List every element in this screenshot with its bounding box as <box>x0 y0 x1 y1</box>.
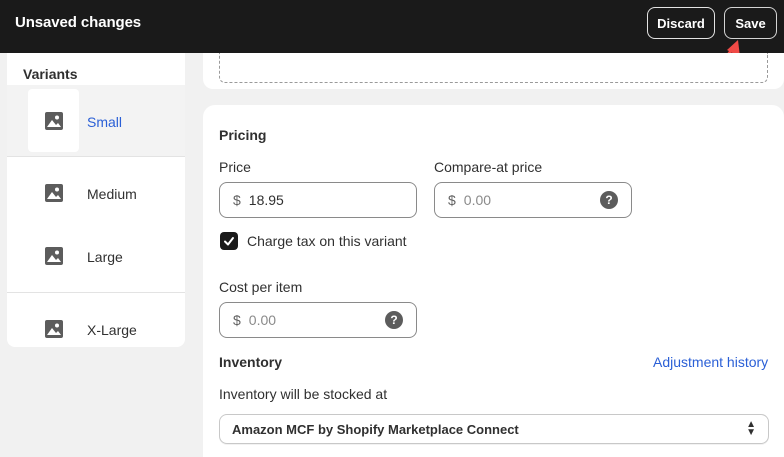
image-placeholder-icon <box>28 226 79 286</box>
price-label: Price <box>219 159 251 175</box>
price-value: 18.95 <box>248 192 284 208</box>
contextual-save-bar: Unsaved changes Discard Save <box>0 0 784 53</box>
media-card <box>203 53 784 89</box>
unsaved-changes-title: Unsaved changes <box>15 14 142 31</box>
question-circle-icon[interactable]: ? <box>385 311 403 329</box>
checkmark-icon <box>224 237 234 246</box>
select-chevron-icon: ▲ ▼ <box>746 419 756 438</box>
discard-button[interactable]: Discard <box>647 7 715 39</box>
image-placeholder-icon <box>28 299 79 347</box>
variant-item-large[interactable]: Large <box>7 226 185 286</box>
question-circle-icon[interactable]: ? <box>600 191 618 209</box>
variant-item-x-large[interactable]: X-Large <box>7 299 185 347</box>
currency-prefix: $ <box>233 192 241 208</box>
inventory-heading: Inventory <box>219 354 283 370</box>
variant-label: Large <box>87 249 123 265</box>
charge-tax-checkbox[interactable] <box>220 232 238 250</box>
currency-prefix: $ <box>233 312 241 328</box>
stocked-at-label: Inventory will be stocked at <box>219 386 388 402</box>
variant-label: X-Large <box>87 322 137 338</box>
cost-per-item-field[interactable]: $ 0.00 ? <box>219 302 417 338</box>
variant-item-small[interactable]: Small <box>7 85 185 156</box>
price-field[interactable]: $ 18.95 <box>219 182 417 218</box>
variant-label: Small <box>87 114 123 130</box>
cost-per-item-placeholder: 0.00 <box>248 312 277 328</box>
adjustment-history-link[interactable]: Adjustment history <box>653 354 768 370</box>
location-value: Amazon MCF by Shopify Marketplace Connec… <box>232 421 519 437</box>
variant-label: Medium <box>87 186 137 202</box>
compare-at-price-label: Compare-at price <box>434 159 543 175</box>
cost-per-item-label: Cost per item <box>219 279 303 295</box>
divider <box>7 292 185 293</box>
save-button[interactable]: Save <box>724 7 777 39</box>
compare-at-price-field[interactable]: $ 0.00 ? <box>434 182 632 218</box>
divider <box>7 156 185 157</box>
variant-item-medium[interactable]: Medium <box>7 163 185 223</box>
image-placeholder-icon <box>28 89 79 152</box>
currency-prefix: $ <box>448 192 456 208</box>
pricing-card: Pricing Price $ 18.95 Compare-at price $… <box>203 105 784 457</box>
variants-sidebar: Variants Small Medium Large X-Large <box>7 53 185 347</box>
compare-at-price-placeholder: 0.00 <box>463 192 492 208</box>
charge-tax-label: Charge tax on this variant <box>247 233 407 249</box>
variants-heading: Variants <box>23 66 78 82</box>
image-placeholder-icon <box>28 163 79 223</box>
media-dropzone[interactable] <box>219 53 768 83</box>
inventory-location-select[interactable]: Amazon MCF by Shopify Marketplace Connec… <box>219 414 769 444</box>
pricing-heading: Pricing <box>219 127 267 143</box>
